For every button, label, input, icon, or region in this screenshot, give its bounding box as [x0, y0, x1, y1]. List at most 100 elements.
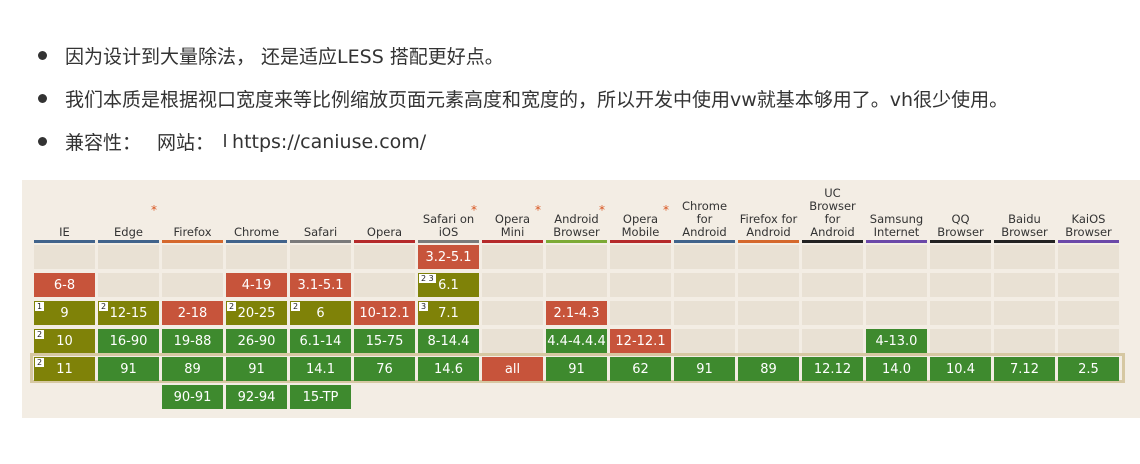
version-label: 90-91: [173, 389, 212, 405]
browser-header[interactable]: UC Browser for Android: [802, 180, 863, 242]
version-cell[interactable]: 26-90: [226, 329, 287, 353]
version-cell[interactable]: 90-91: [162, 385, 223, 409]
browser-color-bar: [1058, 240, 1119, 243]
browser-header[interactable]: Opera: [354, 180, 415, 242]
version-cell[interactable]: 91: [674, 357, 735, 381]
version-cell[interactable]: 12-15 2: [98, 301, 159, 325]
empty-cell: [802, 273, 863, 297]
version-label: 10.4: [946, 361, 975, 377]
browser-color-bar: [994, 240, 1055, 243]
browser-header[interactable]: IE: [34, 180, 95, 242]
version-cell[interactable]: 62: [610, 357, 671, 381]
version-label: 6.1-14: [299, 333, 342, 349]
compat-label: 兼容性：: [65, 132, 142, 154]
version-cell[interactable]: 6.1 2 3: [418, 273, 479, 297]
version-cell[interactable]: 7.1 3: [418, 301, 479, 325]
version-cell[interactable]: 4-13.0: [866, 329, 927, 353]
version-label: 12.12: [813, 361, 852, 377]
browser-header[interactable]: Opera Mini *: [482, 180, 543, 242]
browser-header[interactable]: Chrome: [226, 180, 287, 242]
browser-color-bar: [226, 240, 287, 243]
empty-cell: [674, 301, 735, 325]
version-cell[interactable]: 14.1: [290, 357, 351, 381]
browser-header[interactable]: QQ Browser: [930, 180, 991, 242]
version-cell[interactable]: 89: [738, 357, 799, 381]
list-item: 因为设计到大量除法， 还是适应LESS 搭配更好点。: [38, 34, 1128, 77]
version-cell[interactable]: 15-75: [354, 329, 415, 353]
note-asterisk-icon: *: [535, 203, 541, 217]
version-cell[interactable]: 7.12: [994, 357, 1055, 381]
version-cell[interactable]: 2.1-4.3: [546, 301, 607, 325]
browser-header[interactable]: Safari: [290, 180, 351, 242]
version-cell[interactable]: 3.2-5.1: [418, 245, 479, 269]
empty-cell: [738, 245, 799, 269]
empty-cell: [866, 273, 927, 297]
browser-header[interactable]: Safari on iOS *: [418, 180, 479, 242]
note-asterisk-icon: *: [471, 203, 477, 217]
browser-header[interactable]: Chrome for Android: [674, 180, 735, 242]
version-label: 4.4-4.4.4: [547, 333, 606, 349]
version-cell[interactable]: 6-8: [34, 273, 95, 297]
version-cell[interactable]: 91: [98, 357, 159, 381]
version-cell[interactable]: 16-90: [98, 329, 159, 353]
version-cell[interactable]: 91: [34, 301, 95, 325]
version-cell[interactable]: 12-12.1: [610, 329, 671, 353]
browser-header[interactable]: KaiOS Browser: [1058, 180, 1119, 242]
version-label: 2.1-4.3: [553, 305, 600, 321]
browser-name: Chrome: [233, 225, 280, 239]
empty-cell: [546, 273, 607, 297]
browser-header[interactable]: Firefox for Android: [738, 180, 799, 242]
empty-cell: [738, 329, 799, 353]
empty-cell: [738, 273, 799, 297]
version-cell[interactable]: 14.0: [866, 357, 927, 381]
version-cell[interactable]: 20-25 2: [226, 301, 287, 325]
browser-color-bar: [674, 240, 735, 243]
version-cell[interactable]: 91: [226, 357, 287, 381]
version-cell[interactable]: 4-19: [226, 273, 287, 297]
version-cell[interactable]: 10 2: [34, 329, 95, 353]
note-asterisk-icon: *: [663, 203, 669, 217]
browser-header[interactable]: Samsung Internet: [866, 180, 927, 242]
version-label: 2-18: [177, 305, 208, 321]
version-cell[interactable]: 62: [290, 301, 351, 325]
version-label: 9: [60, 305, 69, 321]
version-cell[interactable]: 3.1-5.1: [290, 273, 351, 297]
browser-color-bar: [482, 240, 543, 243]
browser-header[interactable]: Baidu Browser: [994, 180, 1055, 242]
version-cell[interactable]: 11 2: [34, 357, 95, 381]
version-cell[interactable]: all: [482, 357, 543, 381]
empty-cell: [34, 245, 95, 269]
empty-cell: [994, 329, 1055, 353]
version-cell[interactable]: 10-12.1: [354, 301, 415, 325]
browser-name: Opera: [366, 225, 403, 239]
version-cell[interactable]: 14.6: [418, 357, 479, 381]
version-cell[interactable]: 76: [354, 357, 415, 381]
version-cell[interactable]: 8-14.4: [418, 329, 479, 353]
note-number-badge: 2: [291, 302, 301, 311]
version-cell[interactable]: 4.4-4.4.4: [546, 329, 607, 353]
version-cell[interactable]: 91: [546, 357, 607, 381]
browser-color-bar: [162, 240, 223, 243]
browser-header[interactable]: Android Browser *: [546, 180, 607, 242]
browser-name: UC Browser for Android: [809, 186, 856, 239]
version-cell[interactable]: 6.1-14: [290, 329, 351, 353]
bullet-dot-icon: [38, 94, 47, 103]
version-label: all: [504, 361, 521, 377]
browser-name: Firefox: [173, 225, 212, 239]
caniuse-link[interactable]: https://caniuse.com/: [232, 131, 426, 153]
empty-cell: [930, 301, 991, 325]
browser-header[interactable]: Edge *: [98, 180, 159, 242]
version-cell[interactable]: 12.12: [802, 357, 863, 381]
empty-cell: [674, 245, 735, 269]
version-cell[interactable]: 2.5: [1058, 357, 1119, 381]
version-label: 26-90: [237, 333, 276, 349]
browser-header[interactable]: Firefox: [162, 180, 223, 242]
version-cell[interactable]: 92-94: [226, 385, 287, 409]
version-cell[interactable]: 10.4: [930, 357, 991, 381]
browser-header[interactable]: Opera Mobile *: [610, 180, 671, 242]
version-cell[interactable]: 2-18: [162, 301, 223, 325]
version-cell[interactable]: 89: [162, 357, 223, 381]
version-cell[interactable]: 15-TP: [290, 385, 351, 409]
version-cell[interactable]: 19-88: [162, 329, 223, 353]
note-number-badge: 2: [35, 358, 45, 367]
